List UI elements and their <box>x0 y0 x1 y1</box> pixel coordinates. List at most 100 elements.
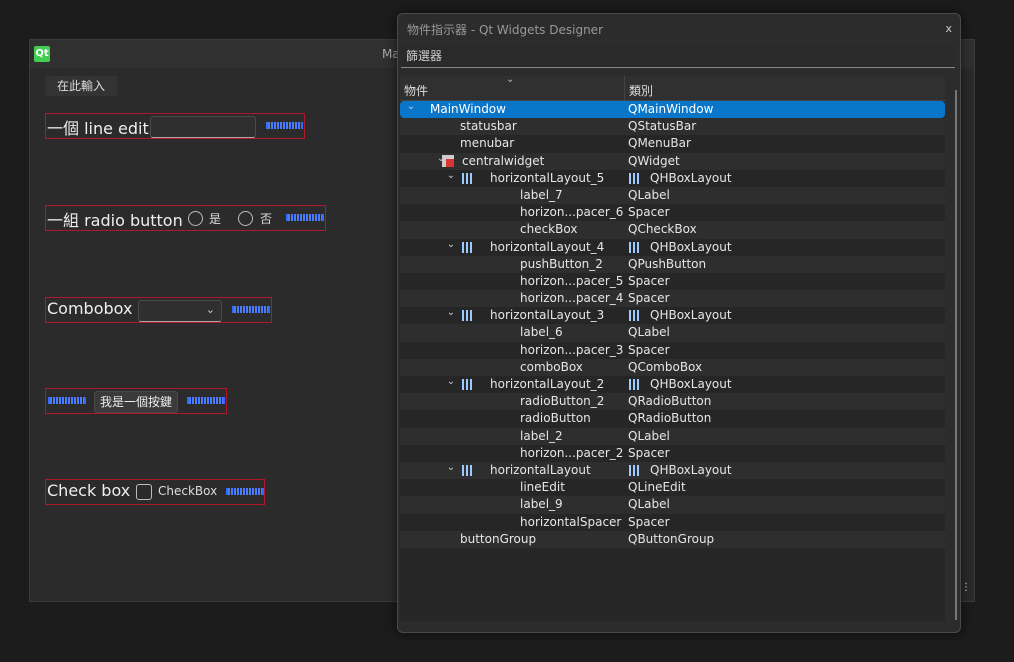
class-name: QButtonGroup <box>628 531 715 546</box>
object-name: MainWindow <box>430 102 506 116</box>
line-edit-label: 一個 line edit <box>47 119 149 138</box>
object-name: lineEdit <box>520 480 565 495</box>
tree-rows: ⌄ MainWindow QMainWindow statusbar QStatusBa… <box>400 101 945 548</box>
chevron-down-icon[interactable]: ⌄ <box>446 239 456 250</box>
combobox-label: Combobox <box>47 299 133 318</box>
tree-row[interactable]: horizon...pacer_3 Spacer <box>400 342 945 359</box>
horizontal-spacer-5[interactable] <box>187 397 225 404</box>
hbox-layout-icon <box>462 379 474 390</box>
radio-no[interactable] <box>238 211 253 226</box>
class-name: QLabel <box>628 497 670 512</box>
tree-row[interactable]: label_7 QLabel <box>400 186 945 205</box>
tree-row[interactable]: ⌄ horizontalLayout_4 QHBoxLayout <box>400 239 945 256</box>
object-name: radioButton <box>520 411 591 426</box>
class-name: QMainWindow <box>628 102 714 116</box>
chevron-down-icon[interactable]: ⌄ <box>446 462 456 473</box>
object-name: horizontalLayout_5 <box>490 170 605 185</box>
tree-row[interactable]: ⌄ horizontalLayout_5 QHBoxLayout <box>400 170 945 187</box>
tree-row[interactable]: label_2 QLabel <box>400 427 945 445</box>
column-header-object[interactable]: 物件 <box>404 82 428 99</box>
hbox-layout-icon <box>462 310 474 322</box>
chevron-down-icon[interactable]: ⌄ <box>446 307 456 318</box>
horizontal-layout-pushbutton[interactable]: 我是一個按鍵 <box>45 388 227 414</box>
close-icon[interactable]: x <box>945 22 952 35</box>
horizontal-layout-checkbox[interactable]: Check box CheckBox <box>45 479 265 505</box>
class-name: QLineEdit <box>628 480 686 495</box>
class-name: QCheckBox <box>628 222 697 237</box>
object-name: horizon...pacer_3 <box>520 342 624 357</box>
hbox-layout-icon <box>629 464 641 476</box>
horizontal-layout-lineedit[interactable]: 一個 line edit <box>45 113 305 139</box>
vertical-scrollbar[interactable] <box>955 90 957 620</box>
tree-row[interactable]: checkBox QCheckBox <box>400 221 945 239</box>
horizontal-spacer[interactable] <box>266 122 303 129</box>
horizontal-spacer-2[interactable] <box>286 214 324 221</box>
tree-row[interactable]: horizontalSpacer Spacer <box>400 514 945 531</box>
tree-row[interactable]: ⌄ horizontalLayout_3 QHBoxLayout <box>400 307 945 324</box>
object-tree[interactable]: ⌄ 物件 類別 ⌄ MainWindow QMainWindow statusbar Q… <box>400 76 945 621</box>
class-name: QStatusBar <box>628 119 697 134</box>
tree-row[interactable]: label_6 QLabel <box>400 324 945 342</box>
horizontal-layout-combobox[interactable]: Combobox ⌄ <box>45 297 272 323</box>
object-name: centralwidget <box>462 153 545 168</box>
object-name: horizontalLayout_3 <box>490 308 605 323</box>
horizontal-spacer-4[interactable] <box>48 397 86 404</box>
tree-row[interactable]: horizon...pacer_4 Spacer <box>400 290 945 308</box>
tree-row[interactable]: ⌄ horizontalLayout_2 QHBoxLayout <box>400 376 945 393</box>
push-button[interactable]: 我是一個按鍵 <box>94 391 178 413</box>
horizontal-spacer-6[interactable] <box>226 488 264 495</box>
combobox[interactable]: ⌄ <box>138 300 222 322</box>
object-name: horizontalLayout_2 <box>490 377 605 391</box>
filter-input[interactable]: 篩選器 <box>401 45 955 68</box>
object-name: horizontalSpacer <box>520 514 622 529</box>
object-name: label_9 <box>520 497 563 512</box>
resize-grip-icon[interactable]: ⋮ <box>961 582 971 593</box>
radio-group-label: 一組 radio button <box>47 211 183 230</box>
line-edit-field[interactable] <box>150 116 256 138</box>
column-header-class[interactable]: 類別 <box>629 82 653 99</box>
hbox-layout-icon <box>462 241 474 253</box>
object-name: buttonGroup <box>460 531 537 546</box>
hbox-layout-icon <box>462 464 474 476</box>
checkbox[interactable] <box>136 484 152 500</box>
tree-row[interactable]: horizon...pacer_2 Spacer <box>400 445 945 462</box>
tree-row[interactable]: horizon...pacer_5 Spacer <box>400 273 945 290</box>
tree-row[interactable]: ⌄ horizontalLayout QHBoxLayout <box>400 461 945 480</box>
tree-row[interactable]: pushButton_2 QPushButton <box>400 255 945 273</box>
chevron-down-icon[interactable]: ⌄ <box>446 376 456 387</box>
tree-row[interactable]: radioButton_2 QRadioButton <box>400 393 945 411</box>
tree-row[interactable]: radioButton QRadioButton <box>400 410 945 427</box>
class-name: QHBoxLayout <box>650 308 732 323</box>
chevron-down-icon[interactable]: ⌄ <box>406 101 416 112</box>
radio-yes[interactable] <box>188 211 203 226</box>
class-name: Spacer <box>628 342 670 357</box>
class-name: QRadioButton <box>628 411 712 426</box>
object-name: checkBox <box>520 222 578 237</box>
class-name: QHBoxLayout <box>650 239 732 254</box>
menu-type-here[interactable]: 在此輸入 <box>45 76 117 96</box>
radio-no-label: 否 <box>260 212 273 226</box>
class-name: QLabel <box>628 187 670 202</box>
object-name: horizon...pacer_6 <box>520 205 624 220</box>
object-name: horizon...pacer_2 <box>520 445 624 460</box>
object-name: horizon...pacer_5 <box>520 273 624 288</box>
tree-row[interactable]: horizon...pacer_6 Spacer <box>400 204 945 221</box>
tree-row[interactable]: menubar QMenuBar <box>400 135 945 152</box>
tree-row[interactable]: comboBox QComboBox <box>400 358 945 376</box>
tree-row[interactable]: label_9 QLabel <box>400 496 945 514</box>
tree-row[interactable]: buttonGroup QButtonGroup <box>400 530 945 548</box>
chevron-down-icon[interactable]: ⌄ <box>446 170 456 181</box>
qt-logo-icon: Qt <box>34 46 50 62</box>
object-inspector: 物件指示器 - Qt Widgets Designer x 篩選器 ⌄ 物件 類… <box>397 13 961 633</box>
class-name: QHBoxLayout <box>650 462 732 477</box>
chevron-down-icon: ⌄ <box>205 303 215 316</box>
object-name: radioButton_2 <box>520 394 605 409</box>
class-name: Spacer <box>628 273 670 288</box>
horizontal-layout-radio[interactable]: 一組 radio button 是 否 <box>45 205 326 231</box>
tree-row[interactable]: statusbar QStatusBar <box>400 118 945 136</box>
tree-row[interactable]: lineEdit QLineEdit <box>400 479 945 496</box>
horizontal-spacer-3[interactable] <box>232 306 270 313</box>
tree-row[interactable]: ⌄ centralwidget QWidget <box>400 152 945 170</box>
tree-row[interactable]: ⌄ MainWindow QMainWindow <box>400 101 945 119</box>
checkbox-label: Check box <box>47 481 131 500</box>
